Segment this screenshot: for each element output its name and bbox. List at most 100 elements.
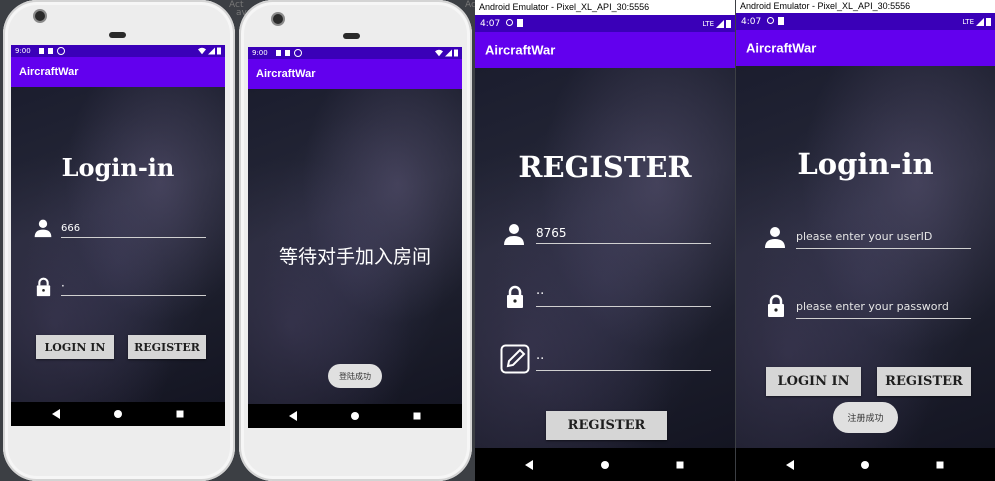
page-title: Login-in xyxy=(61,153,175,182)
person-icon xyxy=(34,219,52,238)
recents-icon[interactable] xyxy=(676,461,684,468)
wifi-icon xyxy=(435,49,443,57)
nav-bar xyxy=(11,402,225,426)
signal-icon xyxy=(208,47,215,55)
status-bar: 9:00 xyxy=(11,45,225,57)
battery-icon xyxy=(986,17,991,26)
status-icons xyxy=(435,49,458,57)
status-bar: 4:07 LTE xyxy=(736,13,995,30)
app-bar: AircraftWar xyxy=(11,57,225,87)
sync-icon xyxy=(294,49,302,57)
app-title: AircraftWar xyxy=(19,66,79,78)
edit-icon xyxy=(500,344,530,374)
phone-frame-2: 9:00 AircraftWar 等待对手加入房间 登陆成功 xyxy=(239,0,472,481)
emulator-window-register: Android Emulator - Pixel_XL_API_30:5556 … xyxy=(475,0,735,481)
nav-bar xyxy=(736,448,995,481)
login-button[interactable]: LOGIN IN xyxy=(766,367,861,396)
nav-bar xyxy=(475,448,735,481)
recents-icon[interactable] xyxy=(413,412,421,420)
status-time: 4:07 xyxy=(480,18,501,29)
nav-bar xyxy=(248,404,462,428)
page-title: Login-in xyxy=(797,147,934,181)
back-icon[interactable] xyxy=(289,411,297,421)
app-title: AircraftWar xyxy=(256,68,316,80)
password-field[interactable]: · xyxy=(61,279,206,296)
status-icons xyxy=(198,47,221,55)
password-field[interactable]: ·· xyxy=(536,287,711,307)
network-type: LTE xyxy=(962,17,974,26)
userid-field[interactable]: 666 xyxy=(61,223,206,238)
register-button[interactable]: REGISTER xyxy=(877,367,971,396)
sim-icon xyxy=(285,50,290,56)
window-title: Android Emulator - Pixel_XL_API_30:5556 xyxy=(736,0,995,13)
notification-icon xyxy=(276,50,281,56)
status-time: 4:07 xyxy=(741,16,762,27)
signal-icon xyxy=(716,19,724,28)
confirm-password-field[interactable]: ·· xyxy=(536,352,711,371)
wifi-icon xyxy=(198,47,206,55)
back-icon[interactable] xyxy=(525,459,533,470)
waiting-message: 等待对手加入房间 xyxy=(278,246,431,268)
phone-frame-1: 9:00 AircraftWar Login-in 666 · LOGIN IN… xyxy=(3,0,235,481)
space-background: Login-in please enter your userID please… xyxy=(736,66,995,448)
screen-waiting: 9:00 AircraftWar 等待对手加入房间 登陆成功 xyxy=(248,47,462,428)
earpiece-speaker xyxy=(109,32,126,38)
battery-icon xyxy=(454,49,458,57)
space-background: Login-in 666 · LOGIN IN REGISTER xyxy=(11,87,225,402)
space-background: 等待对手加入房间 登陆成功 xyxy=(248,89,462,404)
notification-icon xyxy=(39,48,44,54)
network-type: LTE xyxy=(702,19,714,28)
status-icons: LTE xyxy=(962,17,991,26)
signal-icon xyxy=(445,49,452,57)
lock-icon xyxy=(36,277,51,297)
back-icon[interactable] xyxy=(52,409,60,419)
screen-login-2: 4:07 LTE AircraftWar Login-in please ent… xyxy=(736,13,995,481)
front-camera xyxy=(273,14,283,24)
screen-register: 4:07 LTE AircraftWar REGISTER 8765 ·· ··… xyxy=(475,15,735,481)
register-button[interactable]: REGISTER xyxy=(128,335,206,359)
space-background: REGISTER 8765 ·· ·· REGISTER xyxy=(475,68,735,448)
sync-icon xyxy=(506,19,513,26)
recents-icon[interactable] xyxy=(936,461,944,468)
sim-icon xyxy=(517,19,523,27)
toast-login-success: 登陆成功 xyxy=(328,364,382,388)
person-icon xyxy=(504,224,524,245)
home-icon[interactable] xyxy=(351,412,359,420)
battery-icon xyxy=(726,19,731,28)
userid-field[interactable]: please enter your userID xyxy=(796,230,971,249)
lock-icon xyxy=(507,285,523,308)
sync-icon xyxy=(767,17,774,24)
page-title: REGISTER xyxy=(518,150,692,184)
status-icons: LTE xyxy=(702,19,731,28)
home-icon[interactable] xyxy=(114,410,122,418)
window-title: Android Emulator - Pixel_XL_API_30:5556 xyxy=(475,0,735,15)
app-bar: AircraftWar xyxy=(736,30,995,66)
password-field[interactable]: please enter your password xyxy=(796,300,971,319)
toast-register-success: 注册成功 xyxy=(833,402,898,433)
earpiece-speaker xyxy=(343,33,360,39)
recents-icon[interactable] xyxy=(176,410,184,418)
app-bar: AircraftWar xyxy=(475,32,735,68)
home-icon[interactable] xyxy=(861,460,869,469)
lock-icon xyxy=(768,294,784,317)
screen-login-1: 9:00 AircraftWar Login-in 666 · LOGIN IN… xyxy=(11,45,225,426)
status-bar: 4:07 LTE xyxy=(475,15,735,32)
emulator-window-login: Android Emulator - Pixel_XL_API_30:5556 … xyxy=(736,0,995,481)
home-icon[interactable] xyxy=(601,460,609,469)
sync-icon xyxy=(57,47,65,55)
status-bar: 9:00 xyxy=(248,47,462,59)
sim-icon xyxy=(778,17,784,25)
back-icon[interactable] xyxy=(786,459,794,470)
status-time: 9:00 xyxy=(252,49,268,57)
register-button[interactable]: REGISTER xyxy=(546,411,667,440)
signal-icon xyxy=(976,17,984,26)
login-button[interactable]: LOGIN IN xyxy=(36,335,114,359)
app-bar: AircraftWar xyxy=(248,59,462,89)
app-title: AircraftWar xyxy=(485,42,556,58)
person-icon xyxy=(765,227,785,248)
app-title: AircraftWar xyxy=(746,40,817,56)
status-time: 9:00 xyxy=(15,47,31,55)
userid-field[interactable]: 8765 xyxy=(536,226,711,244)
sim-icon xyxy=(48,48,53,54)
battery-icon xyxy=(217,47,221,55)
